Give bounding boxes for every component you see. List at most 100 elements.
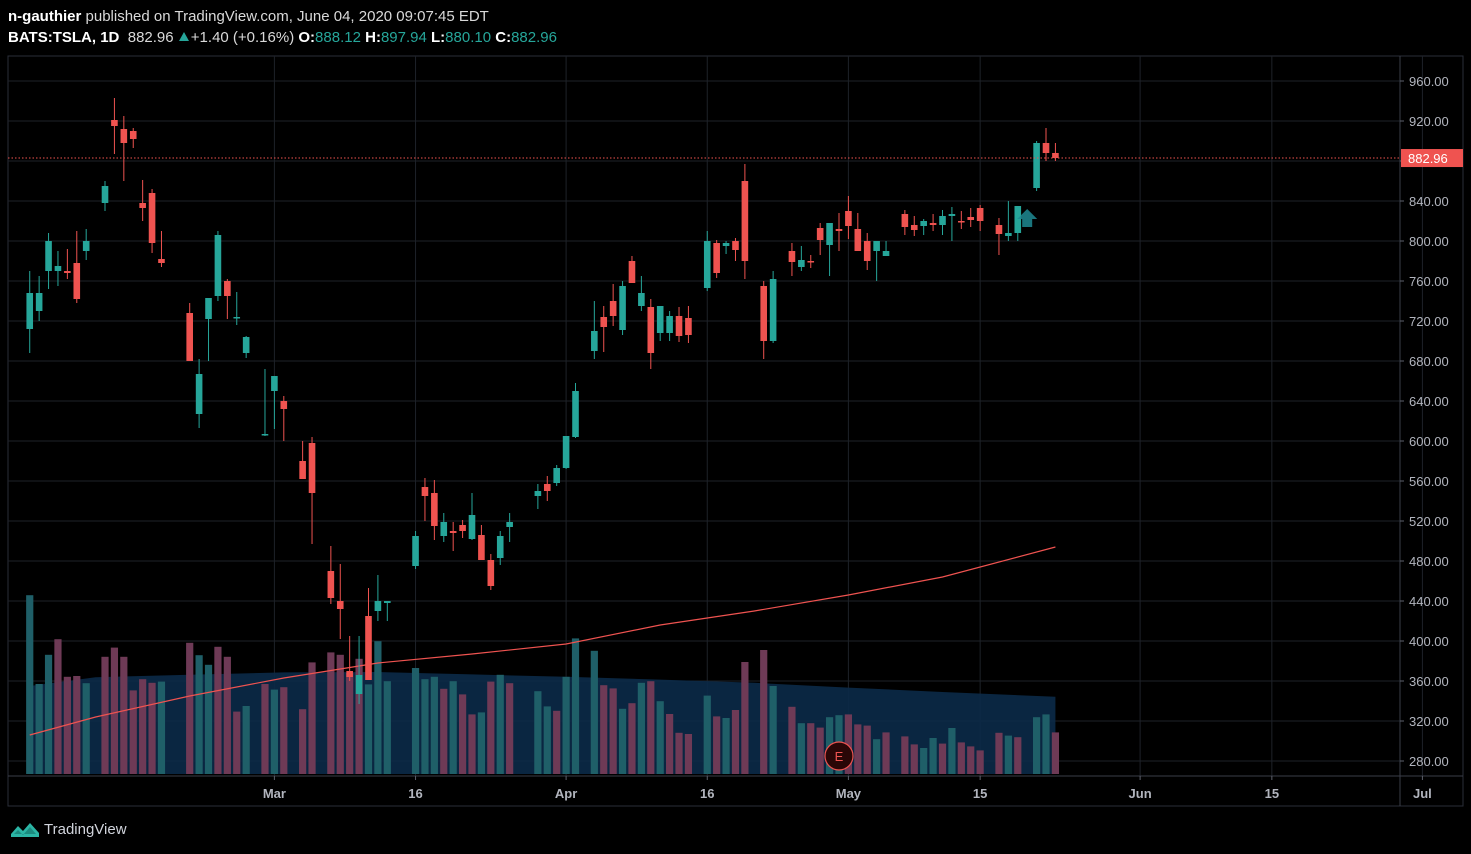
- candle-body: [826, 223, 833, 245]
- volume-bar: [449, 681, 457, 774]
- volume-bar: [807, 723, 815, 774]
- candle-body: [845, 211, 852, 226]
- y-tick-label: 320.00: [1409, 714, 1449, 729]
- candle-body: [261, 434, 269, 436]
- volume-bar: [148, 682, 156, 774]
- volume-bar: [938, 743, 947, 774]
- y-tick-label: 520.00: [1409, 514, 1449, 529]
- candle-body: [158, 259, 165, 263]
- brand-text: TradingView: [44, 820, 127, 838]
- price-chart[interactable]: 960.00920.00880.00840.00800.00760.00720.…: [0, 0, 1471, 854]
- candle-body: [487, 560, 495, 586]
- candle-body: [45, 241, 52, 271]
- candle-body: [449, 531, 457, 533]
- x-tick-label: Apr: [555, 786, 577, 801]
- candle-body: [807, 261, 815, 263]
- candle-body: [195, 374, 203, 414]
- volume-bar: [223, 656, 231, 774]
- volume-bar: [647, 681, 655, 774]
- volume-bar: [571, 638, 580, 774]
- volume-bar: [186, 642, 194, 774]
- candle-body: [647, 307, 655, 353]
- candle-body: [224, 281, 231, 296]
- candle-body: [572, 391, 579, 437]
- candle-body: [384, 601, 391, 603]
- volume-bar: [468, 714, 476, 774]
- candle-body: [562, 436, 570, 468]
- last-price-label: 882.96: [1408, 151, 1448, 166]
- candle-body: [336, 601, 344, 609]
- candle-body: [139, 203, 146, 208]
- volume-bar: [430, 676, 438, 774]
- volume-bar: [129, 690, 137, 774]
- volume-bar: [1014, 737, 1022, 774]
- volume-bar: [506, 683, 514, 774]
- volume-bar: [731, 710, 740, 774]
- volume-bar: [204, 664, 213, 774]
- volume-bar: [600, 685, 608, 774]
- candle-body: [129, 131, 137, 139]
- volume-bar: [82, 683, 90, 774]
- tradingview-brand[interactable]: TradingView: [10, 820, 127, 838]
- x-tick-label: Jul: [1413, 786, 1432, 801]
- x-tick-label: 15: [973, 786, 987, 801]
- candle-body: [327, 571, 335, 598]
- candle-body: [412, 536, 419, 566]
- candle-body: [609, 301, 617, 316]
- volume-bar: [910, 744, 918, 774]
- candle-body: [64, 271, 71, 273]
- volume-bar: [562, 676, 570, 774]
- volume-bar: [722, 718, 730, 774]
- candle-body: [82, 241, 90, 251]
- volume-bar: [458, 694, 467, 774]
- y-tick-label: 400.00: [1409, 634, 1449, 649]
- candle-body: [882, 251, 890, 256]
- volume-bar: [543, 706, 551, 774]
- volume-bar: [26, 595, 34, 774]
- volume-bar: [110, 647, 119, 774]
- volume-bar: [364, 684, 373, 774]
- volume-bar: [261, 684, 269, 774]
- volume-bar: [788, 706, 796, 774]
- markers: EE: [824, 209, 1038, 771]
- candle-body: [600, 317, 608, 327]
- candle-body: [431, 493, 438, 526]
- volume-bar: [967, 746, 975, 774]
- volume-bar: [628, 703, 636, 774]
- candle-body: [769, 279, 777, 341]
- volume-bar: [769, 686, 777, 774]
- volume-bar: [976, 750, 984, 774]
- y-tick-label: 480.00: [1409, 554, 1449, 569]
- volume-bar: [703, 695, 711, 774]
- volume-bar: [242, 706, 250, 774]
- candle-body: [760, 286, 768, 341]
- volume-bar: [440, 688, 448, 774]
- candle-body: [308, 443, 316, 493]
- candle-body: [355, 675, 363, 694]
- candle-body: [788, 251, 796, 262]
- candle-body: [713, 243, 720, 273]
- volume-bar: [684, 734, 693, 774]
- candle-body: [242, 337, 250, 353]
- y-tick-label: 360.00: [1409, 674, 1449, 689]
- candle-body: [1014, 206, 1022, 233]
- volume-bar: [590, 650, 598, 774]
- x-tick-label: Mar: [263, 786, 286, 801]
- volume-bar: [656, 701, 664, 774]
- candle-body: [948, 214, 956, 216]
- candle-body: [929, 223, 937, 225]
- volume-bar: [1051, 732, 1060, 774]
- candle-body: [722, 243, 730, 246]
- y-tick-label: 840.00: [1409, 194, 1449, 209]
- candle-body: [675, 316, 683, 336]
- volume-bar: [35, 684, 43, 774]
- volume-bar: [299, 709, 307, 774]
- volume-pane: [26, 595, 1060, 774]
- volume-bar: [609, 688, 617, 774]
- x-tick-label: May: [836, 786, 862, 801]
- candle-body: [233, 317, 241, 319]
- volume-bar: [948, 728, 956, 774]
- candle-body: [656, 306, 664, 333]
- volume-bar: [637, 682, 645, 774]
- candle-body: [534, 491, 542, 496]
